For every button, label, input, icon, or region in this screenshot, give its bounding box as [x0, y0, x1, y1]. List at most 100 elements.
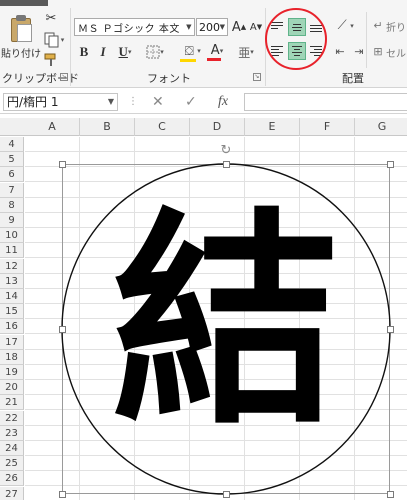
bold-button[interactable]: B	[76, 43, 92, 61]
fill-color-swatch	[179, 58, 196, 62]
row-header-17[interactable]: 17	[0, 335, 24, 350]
underline-icon: U	[118, 44, 128, 59]
column-header-c[interactable]: C	[135, 118, 190, 136]
red-circle-annotation	[265, 8, 327, 70]
chevron-down-icon: ▾	[160, 48, 164, 56]
name-box[interactable]: 円/楕円 1 ▼	[3, 93, 118, 111]
font-name-value: ＭＳ Ｐゴシック 本文	[78, 23, 180, 35]
decrease-indent-icon: ⇤	[335, 45, 345, 58]
shape-text: 結	[112, 189, 340, 455]
resize-handle[interactable]	[59, 326, 66, 333]
borders-button[interactable]: ▾	[143, 43, 167, 61]
cancel-icon[interactable]: ✕	[152, 94, 164, 110]
column-header-f[interactable]: F	[300, 118, 355, 136]
fill-color-button[interactable]: ⛋ ▾	[177, 41, 205, 63]
cut-button[interactable]: ✂	[42, 10, 60, 28]
copy-button[interactable]: ▾	[42, 31, 66, 49]
font-color-swatch	[206, 58, 221, 61]
brush-icon	[44, 53, 56, 66]
chevron-down-icon: ▾	[127, 48, 132, 56]
row-header-15[interactable]: 15	[0, 304, 24, 319]
wrap-text-icon: ↵	[373, 19, 383, 32]
shrink-font-button[interactable]: A ▼	[248, 17, 264, 37]
row-header-23[interactable]: 23	[0, 426, 24, 441]
font-color-button[interactable]: A ▾	[206, 41, 228, 63]
insert-function-icon[interactable]: fx	[218, 94, 228, 110]
row-header-12[interactable]: 12	[0, 259, 24, 274]
underline-button[interactable]: U ▾	[113, 43, 137, 61]
grow-font-button[interactable]: A ▲	[231, 17, 247, 37]
column-header-e[interactable]: E	[245, 118, 300, 136]
chevron-down-icon: ▾	[219, 46, 224, 55]
row-header-19[interactable]: 19	[0, 365, 24, 380]
column-header-g[interactable]: G	[355, 118, 407, 136]
rotate-handle-icon[interactable]: ↻	[219, 144, 233, 158]
group-separator	[366, 12, 367, 68]
font-group-label: フォント	[147, 72, 191, 85]
column-header-a[interactable]: A	[25, 118, 80, 136]
merge-icon: ⊞	[373, 45, 383, 58]
orientation-button[interactable]: ⟋ ▾	[331, 17, 357, 35]
resize-handle[interactable]	[387, 491, 394, 498]
font-name-select[interactable]: ＭＳ Ｐゴシック 本文 ▼	[74, 18, 195, 36]
phonetic-icon: 亜	[238, 45, 251, 60]
row-header-13[interactable]: 13	[0, 274, 24, 289]
wrap-text-button[interactable]: ↵ 折り	[370, 17, 407, 35]
resize-handle[interactable]	[223, 161, 230, 168]
scissors-icon: ✂	[45, 11, 57, 26]
font-size-select[interactable]: 200 ▼	[196, 18, 228, 36]
row-header-26[interactable]: 26	[0, 471, 24, 486]
font-launcher-icon[interactable]: ↘	[253, 73, 261, 81]
row-header-14[interactable]: 14	[0, 289, 24, 304]
font-color-icon: A	[210, 43, 220, 58]
merge-center-button[interactable]: ⊞ セル	[370, 43, 407, 61]
alignment-group-label: 配置	[342, 72, 364, 85]
row-header-8[interactable]: 8	[0, 198, 24, 213]
formula-input[interactable]	[244, 93, 407, 111]
row-header-27[interactable]: 27	[0, 487, 24, 500]
row-header-5[interactable]: 5	[0, 152, 24, 167]
row-header-24[interactable]: 24	[0, 441, 24, 456]
resize-handle[interactable]	[59, 161, 66, 168]
chevron-down-icon: ▼	[107, 97, 114, 106]
row-header-6[interactable]: 6	[0, 167, 24, 182]
ribbon: 貼り付け ✂ ▾ クリップボード ↘ ＭＳ Ｐゴシック 本文 ▼ 200 ▼ A…	[0, 0, 407, 88]
column-header-b[interactable]: B	[80, 118, 135, 136]
paste-button[interactable]: 貼り付け	[0, 8, 42, 66]
decrease-indent-button[interactable]: ⇤	[331, 43, 349, 61]
row-header-18[interactable]: 18	[0, 350, 24, 365]
increase-indent-icon: ⇥	[354, 45, 364, 58]
row-header-11[interactable]: 11	[0, 243, 24, 258]
formula-bar: 円/楕円 1 ▼ ⋮ ✕ ✓ fx	[0, 90, 407, 114]
row-header-21[interactable]: 21	[0, 395, 24, 410]
row-header-22[interactable]: 22	[0, 411, 24, 426]
row-header-25[interactable]: 25	[0, 456, 24, 471]
row-header-7[interactable]: 7	[0, 183, 24, 198]
resize-handle[interactable]	[387, 161, 394, 168]
row-header-9[interactable]: 9	[0, 213, 24, 228]
row-header-16[interactable]: 16	[0, 319, 24, 334]
italic-button[interactable]: I	[95, 43, 111, 61]
resize-handle[interactable]	[387, 326, 394, 333]
phonetic-button[interactable]: 亜 ▾	[232, 43, 260, 61]
enter-icon[interactable]: ✓	[185, 94, 197, 110]
column-header-d[interactable]: D	[190, 118, 245, 136]
font-size-value: 200	[199, 20, 220, 34]
resize-handle[interactable]	[223, 491, 230, 498]
clipboard-launcher-icon[interactable]: ↘	[60, 73, 68, 81]
chevron-down-icon: ▼	[186, 23, 192, 31]
row-header-4[interactable]: 4	[0, 137, 24, 152]
copy-icon	[44, 32, 59, 48]
chevron-down-icon: ▾	[250, 48, 254, 56]
more-options-icon: ⋮	[128, 96, 138, 107]
wrap-text-label: 折り	[386, 22, 406, 34]
grow-font-icon: A	[231, 19, 241, 35]
row-header-20[interactable]: 20	[0, 380, 24, 395]
row-header-10[interactable]: 10	[0, 228, 24, 243]
chevron-down-icon: ▾	[197, 46, 201, 55]
resize-handle[interactable]	[59, 491, 66, 498]
column-headers: ABCDEFG	[0, 118, 407, 136]
group-separator	[70, 8, 71, 86]
format-painter-button[interactable]	[42, 51, 60, 69]
gridline	[25, 151, 407, 152]
